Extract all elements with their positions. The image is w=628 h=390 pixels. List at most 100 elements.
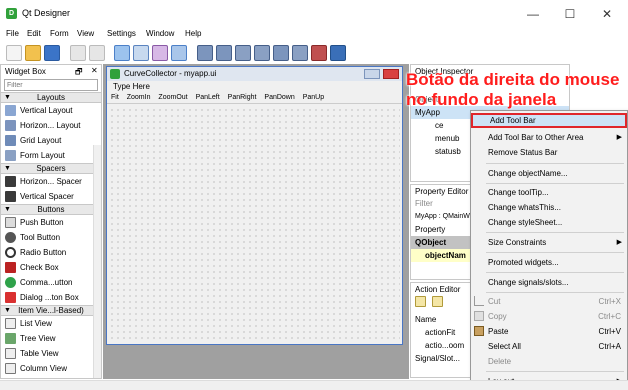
widget-vertical-spacer[interactable]: Vertical Spacer [1,189,101,204]
save-icon[interactable] [44,45,60,61]
widget-vertical-layout[interactable]: Vertical Layout [1,103,101,118]
form-layout-icon [5,150,16,162]
layout-horizontal-splitter-icon[interactable] [235,45,251,61]
table-view-icon [5,348,16,360]
form-minimize-button[interactable] [364,69,380,79]
form-toolbar-pandown[interactable]: PanDown [264,94,294,101]
widget-column-view[interactable]: Column View [1,361,101,376]
form-toolbar-zoomout[interactable]: ZoomOut [158,94,187,101]
annotation-line-1: Botão da direita do mouse [406,70,620,89]
menu-view[interactable]: View [77,29,94,38]
edit-widgets-icon[interactable] [114,45,130,61]
widget-radio-button[interactable]: Radio Button [1,245,101,260]
widget-dialog-button-box[interactable]: Dialog ...ton Box [1,290,101,305]
menu-item-change-objectname[interactable]: Change objectName... [471,166,627,181]
menu-form[interactable]: Form [50,29,69,38]
widget-list-view[interactable]: List View [1,316,101,331]
form-close-button[interactable] [383,69,399,79]
form-toolbar-zoomin[interactable]: ZoomIn [127,94,151,101]
annotation-line-2: no fundo da janela [406,90,557,109]
edit-signals-icon[interactable] [133,45,149,61]
close-button[interactable]: ✕ [589,5,625,23]
mdi-area[interactable]: CurveCollector - myapp.ui Type Here Fit … [103,64,409,379]
menu-bar: File Edit Form View Settings Window Help [0,28,628,42]
form-toolbar: Fit ZoomIn ZoomOut PanLeft PanRight PanD… [107,92,402,104]
break-layout-icon[interactable] [311,45,327,61]
form-toolbar-fit[interactable]: Fit [111,94,119,101]
qt-form-icon [110,69,120,79]
adjust-size-icon[interactable] [330,45,346,61]
widget-grid-layout[interactable]: Grid Layout [1,133,101,148]
status-bar [0,380,628,390]
column-view-icon [5,363,16,375]
close-panel-icon[interactable]: ✕ [91,66,98,75]
edit-tab-order-icon[interactable] [171,45,187,61]
menu-item-select-all[interactable]: Select All Ctrl+A [471,339,627,354]
layout-vertical-splitter-icon[interactable] [254,45,270,61]
widget-horizontal-spacer[interactable]: Horizon... Spacer [1,174,101,189]
new-action-icon[interactable] [415,296,426,308]
widget-horizontal-layout[interactable]: Horizon... Layout [1,118,101,133]
copy-action-icon[interactable] [432,296,444,308]
form-design-grid[interactable] [109,107,400,342]
widget-table-view[interactable]: Table View [1,346,101,361]
list-view-icon [5,318,16,330]
new-form-icon[interactable] [6,45,22,61]
form-window[interactable]: CurveCollector - myapp.ui Type Here Fit … [106,66,403,345]
submenu-arrow-icon: ▶ [616,134,622,141]
form-toolbar-panleft[interactable]: PanLeft [196,94,220,101]
widget-push-button[interactable]: Push Button [1,215,101,230]
layout-grid-icon[interactable] [273,45,289,61]
menu-file[interactable]: File [6,29,19,38]
menu-item-change-whatsthis[interactable]: Change whatsThis... [471,200,627,215]
menu-item-remove-status-bar[interactable]: Remove Status Bar [471,145,627,160]
menu-item-paste[interactable]: Paste Ctrl+V [471,324,627,339]
category-buttons[interactable]: ▼ Buttons [1,204,101,215]
form-titlebar: CurveCollector - myapp.ui [107,67,402,81]
menu-item-copy[interactable]: Copy Ctrl+C [471,309,627,324]
form-toolbar-panright[interactable]: PanRight [228,94,257,101]
menu-item-change-stylesheet[interactable]: Change styleSheet... [471,215,627,230]
widget-command-link-button[interactable]: Comma...utton [1,275,101,290]
copy-icon[interactable] [70,45,86,61]
menu-item-change-tooltip[interactable]: Change toolTip... [471,185,627,200]
maximize-button[interactable]: ☐ [552,5,588,23]
menu-item-add-tool-bar-other-area[interactable]: Add Tool Bar to Other Area ▶ [471,130,627,145]
widget-form-layout[interactable]: Form Layout [1,148,101,163]
menu-item-size-constraints[interactable]: Size Constraints ▶ [471,235,627,250]
widget-tool-button[interactable]: Tool Button [1,230,101,245]
menu-item-promoted-widgets[interactable]: Promoted widgets... [471,255,627,270]
menu-item-add-tool-bar[interactable]: Add Tool Bar [471,113,627,128]
menu-item-change-signals-slots[interactable]: Change signals/slots... [471,275,627,290]
widget-box-scrollbar[interactable] [93,145,101,378]
layout-horizontal-icon[interactable] [197,45,213,61]
widget-tree-view[interactable]: Tree View [1,331,101,346]
menu-edit[interactable]: Edit [27,29,41,38]
minimize-button[interactable]: — [515,5,551,23]
open-folder-icon[interactable] [25,45,41,61]
menu-window[interactable]: Window [146,29,174,38]
form-toolbar-panup[interactable]: PanUp [303,94,324,101]
float-panel-icon[interactable]: 🗗 [75,66,83,80]
horizontal-spacer-icon [5,176,16,188]
chevron-down-icon: ▼ [4,206,11,213]
widget-box-filter-input[interactable] [4,79,98,91]
layout-vertical-icon[interactable] [216,45,232,61]
layout-form-icon[interactable] [292,45,308,61]
widget-check-box[interactable]: Check Box [1,260,101,275]
form-title: CurveCollector - myapp.ui [124,69,217,78]
category-spacers[interactable]: ▼ Spacers [1,163,101,174]
menu-settings[interactable]: Settings [107,29,136,38]
chevron-down-icon: ▼ [4,94,11,101]
form-menubar-type-here[interactable]: Type Here [107,81,402,92]
horizontal-layout-icon [5,120,16,132]
menu-separator [486,183,624,184]
menu-separator [486,252,624,253]
edit-buddies-icon[interactable] [152,45,168,61]
menu-item-delete[interactable]: Delete [471,354,627,369]
category-layouts[interactable]: ▼ Layouts [1,92,101,103]
category-item-views[interactable]: ▼ Item Vie...l-Based) [1,305,101,316]
menu-help[interactable]: Help [185,29,201,38]
paste-icon[interactable] [89,45,105,61]
menu-item-cut[interactable]: Cut Ctrl+X [471,294,627,309]
